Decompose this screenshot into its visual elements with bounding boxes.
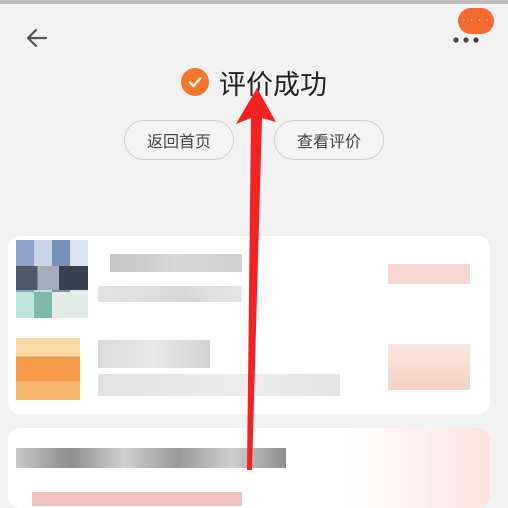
annotation-arrow bbox=[236, 88, 276, 470]
